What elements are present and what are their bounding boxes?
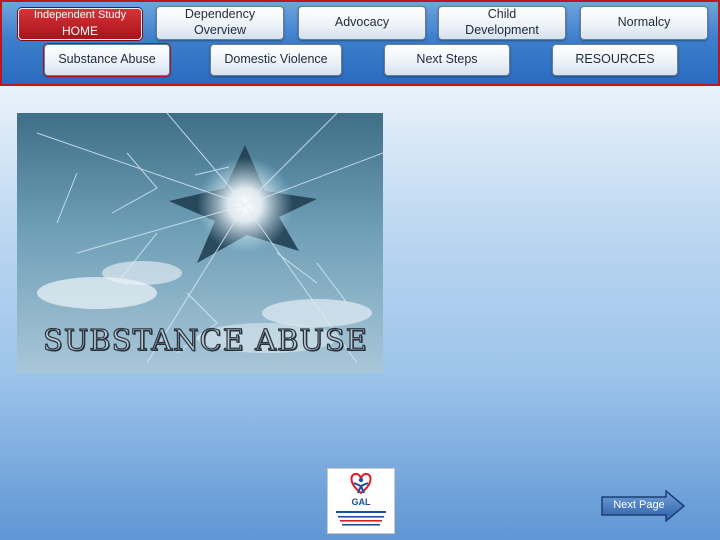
dependency-overview-label: Dependency Overview: [184, 7, 256, 37]
hero-image: SUBSTANCE ABUSE: [17, 113, 383, 373]
substance-abuse-button[interactable]: Substance Abuse: [44, 44, 170, 76]
next-steps-button[interactable]: Next Steps: [384, 44, 510, 76]
normalcy-button[interactable]: Normalcy: [580, 6, 708, 40]
domestic-violence-button[interactable]: Domestic Violence: [210, 44, 342, 76]
next-steps-label: Next Steps: [416, 52, 478, 67]
resources-label: RESOURCES: [575, 52, 655, 67]
domestic-violence-label: Domestic Violence: [224, 52, 328, 67]
substance-abuse-label: Substance Abuse: [58, 52, 156, 67]
hero-title: SUBSTANCE ABUSE: [42, 322, 368, 357]
next-page-label: Next Page: [613, 499, 665, 511]
home-button-label: Independent Study: [33, 8, 127, 21]
next-page-button[interactable]: Next Page: [600, 490, 686, 522]
normalcy-label: Normalcy: [617, 15, 671, 30]
logo-text: GAL: [351, 497, 371, 507]
resources-button[interactable]: RESOURCES: [552, 44, 678, 76]
gal-logo: GAL: [327, 468, 395, 534]
dependency-overview-button[interactable]: Dependency Overview: [156, 6, 284, 40]
top-navigation: Independent Study HOME Dependency Overvi…: [0, 0, 720, 86]
home-button-sublabel: HOME: [62, 24, 98, 39]
home-button[interactable]: Independent Study HOME: [18, 8, 142, 40]
advocacy-label: Advocacy: [334, 15, 390, 30]
child-development-button[interactable]: Child Development: [438, 6, 566, 40]
advocacy-button[interactable]: Advocacy: [298, 6, 426, 40]
child-development-label: Child Development: [465, 7, 539, 37]
